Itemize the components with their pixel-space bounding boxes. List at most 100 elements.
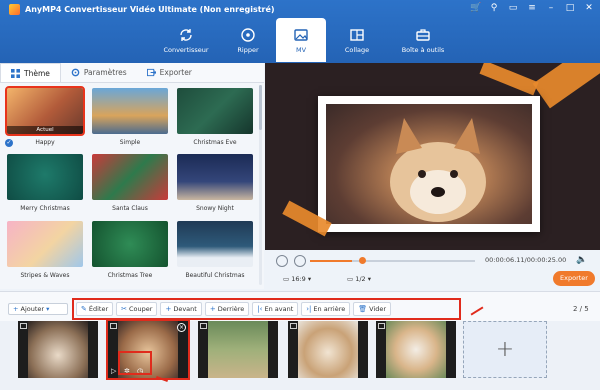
ratio-icon: ▭ <box>283 275 292 283</box>
move-right-icon: ›| <box>306 305 312 313</box>
forward-button[interactable]: |‹ En avant <box>252 302 299 316</box>
page-value: 1/2 <box>355 275 366 283</box>
annotation-highlight <box>118 351 152 375</box>
cut-button[interactable]: ✂ Couper <box>116 302 158 316</box>
theme-simple[interactable]: Simple <box>92 88 168 147</box>
theme-label: Happy <box>35 139 55 146</box>
nav-label: Convertisseur <box>163 45 209 54</box>
user-icon[interactable]: ⚲ <box>489 3 499 13</box>
image-icon <box>200 323 207 329</box>
image-icon <box>110 323 117 329</box>
tool-label: Derrière <box>217 305 245 313</box>
image-icon <box>290 323 297 329</box>
gear-icon <box>71 68 80 77</box>
clip-item[interactable] <box>198 321 278 378</box>
theme-thumbnail: Actuel <box>5 86 85 136</box>
plus-icon: + <box>165 305 172 313</box>
disc-icon <box>241 27 255 42</box>
clip-counter: 2 / 5 <box>573 305 589 313</box>
close-icon[interactable]: ✕ <box>584 3 594 13</box>
add-label: Ajouter <box>20 305 45 313</box>
aspect-ratio-select[interactable]: ▭ 16:9 ▾ <box>283 275 311 283</box>
nav-label: Ripper <box>237 45 259 54</box>
nav-collage[interactable]: Collage <box>328 18 386 62</box>
chevron-down-icon: ▾ <box>365 275 372 283</box>
theme-christmas-eve[interactable]: Christmas Eve <box>177 88 253 147</box>
theme-snowy-night[interactable]: Snowy Night <box>177 154 253 213</box>
tab-label: Paramètres <box>83 68 127 77</box>
monitor-icon: ▭ <box>347 275 356 283</box>
clear-button[interactable]: 🗑 Vider <box>353 302 392 316</box>
stop-button[interactable] <box>294 255 306 267</box>
volume-icon[interactable]: 🔈 <box>576 255 587 265</box>
theme-label: Christmas Eve <box>193 139 237 146</box>
window-controls: 🛒 ⚲ ▭ ≡ – □ ✕ <box>470 3 594 13</box>
theme-thumbnail <box>177 221 253 267</box>
nav-convertisseur[interactable]: Convertisseur <box>152 18 220 62</box>
image-icon <box>378 323 385 329</box>
theme-merry-christmas[interactable]: Merry Christmas <box>7 154 83 213</box>
seek-track[interactable] <box>310 260 475 262</box>
edit-button[interactable]: ✎ Éditer <box>76 302 114 316</box>
maximize-icon[interactable]: □ <box>565 3 575 13</box>
theme-thumbnail <box>92 221 168 267</box>
time-display: 00:00:06.11/00:00:25.00 <box>485 256 567 264</box>
plus-icon: + <box>495 337 515 362</box>
image-icon <box>294 28 308 41</box>
backward-button[interactable]: ›| En arrière <box>301 302 351 316</box>
theme-thumbnail <box>177 88 253 134</box>
tab-exporter[interactable]: Exporter <box>137 63 202 82</box>
theme-beautiful-christmas[interactable]: Beautiful Christmas <box>177 221 253 280</box>
tab-theme[interactable]: Thème <box>0 63 61 82</box>
tool-label: En arrière <box>313 305 346 313</box>
chat-icon[interactable]: ▭ <box>508 3 518 13</box>
theme-scrollbar[interactable] <box>259 85 262 285</box>
scissors-icon: ✂ <box>121 305 128 313</box>
tool-label: Vider <box>369 305 387 313</box>
clip-thumbnail <box>208 321 268 378</box>
add-clip-slot[interactable]: + <box>463 321 547 378</box>
clip-item[interactable] <box>288 321 368 378</box>
minimize-icon[interactable]: – <box>546 3 556 13</box>
ratio-value: 16:9 <box>291 275 306 283</box>
add-button[interactable]: + Ajouter ▾ <box>8 303 68 315</box>
nav-boite-outils[interactable]: Boîte à outils <box>388 18 458 62</box>
behind-button[interactable]: + Derrière <box>204 302 250 316</box>
theme-label: Simple <box>119 139 141 146</box>
title-bar: AnyMP4 Convertisseur Vidéo Ultimate (Non… <box>0 0 600 63</box>
toolbox-icon <box>416 28 430 41</box>
plus-icon: + <box>13 305 21 313</box>
close-icon[interactable]: × <box>177 323 186 332</box>
theme-label: Beautiful Christmas <box>185 272 245 279</box>
theme-label: Christmas Tree <box>107 272 153 279</box>
page-select[interactable]: ▭ 1/2 ▾ <box>347 275 371 283</box>
export-button[interactable]: Exporter <box>553 271 595 286</box>
nav-mv[interactable]: MV <box>276 18 326 62</box>
current-badge: Actuel <box>7 126 83 134</box>
trash-icon: 🗑 <box>358 305 368 313</box>
seek-knob[interactable] <box>359 257 366 264</box>
front-button[interactable]: + Devant <box>160 302 202 316</box>
clip-item[interactable] <box>376 321 456 378</box>
player-controls: 00:00:06.11/00:00:25.00 🔈 ▭ 16:9 ▾ ▭ 1/2… <box>265 250 600 290</box>
theme-santa-claus[interactable]: Santa Claus <box>92 154 168 213</box>
theme-christmas-tree[interactable]: Christmas Tree <box>92 221 168 280</box>
clip-thumbnail <box>386 321 446 378</box>
main-nav: Convertisseur Ripper MV Collage Boîte à … <box>152 18 460 62</box>
cart-icon[interactable]: 🛒 <box>470 3 481 13</box>
theme-thumbnail <box>92 154 168 200</box>
theme-stripes-waves[interactable]: Stripes & Waves <box>7 221 83 280</box>
tool-label: Couper <box>129 305 153 313</box>
menu-icon[interactable]: ≡ <box>527 3 537 13</box>
preview-photo <box>326 104 532 224</box>
tape-decoration <box>532 63 600 109</box>
theme-thumbnail <box>7 221 83 267</box>
panel-tabs: Thème Paramètres Exporter <box>0 63 264 83</box>
collage-icon <box>350 28 364 41</box>
tab-parametres[interactable]: Paramètres <box>61 63 137 82</box>
play-icon[interactable]: ▷ <box>111 367 116 375</box>
nav-ripper[interactable]: Ripper <box>222 18 274 62</box>
clip-item[interactable] <box>18 321 98 378</box>
theme-happy[interactable]: Actuel ✓ Happy <box>5 86 85 147</box>
play-button[interactable] <box>276 255 288 267</box>
